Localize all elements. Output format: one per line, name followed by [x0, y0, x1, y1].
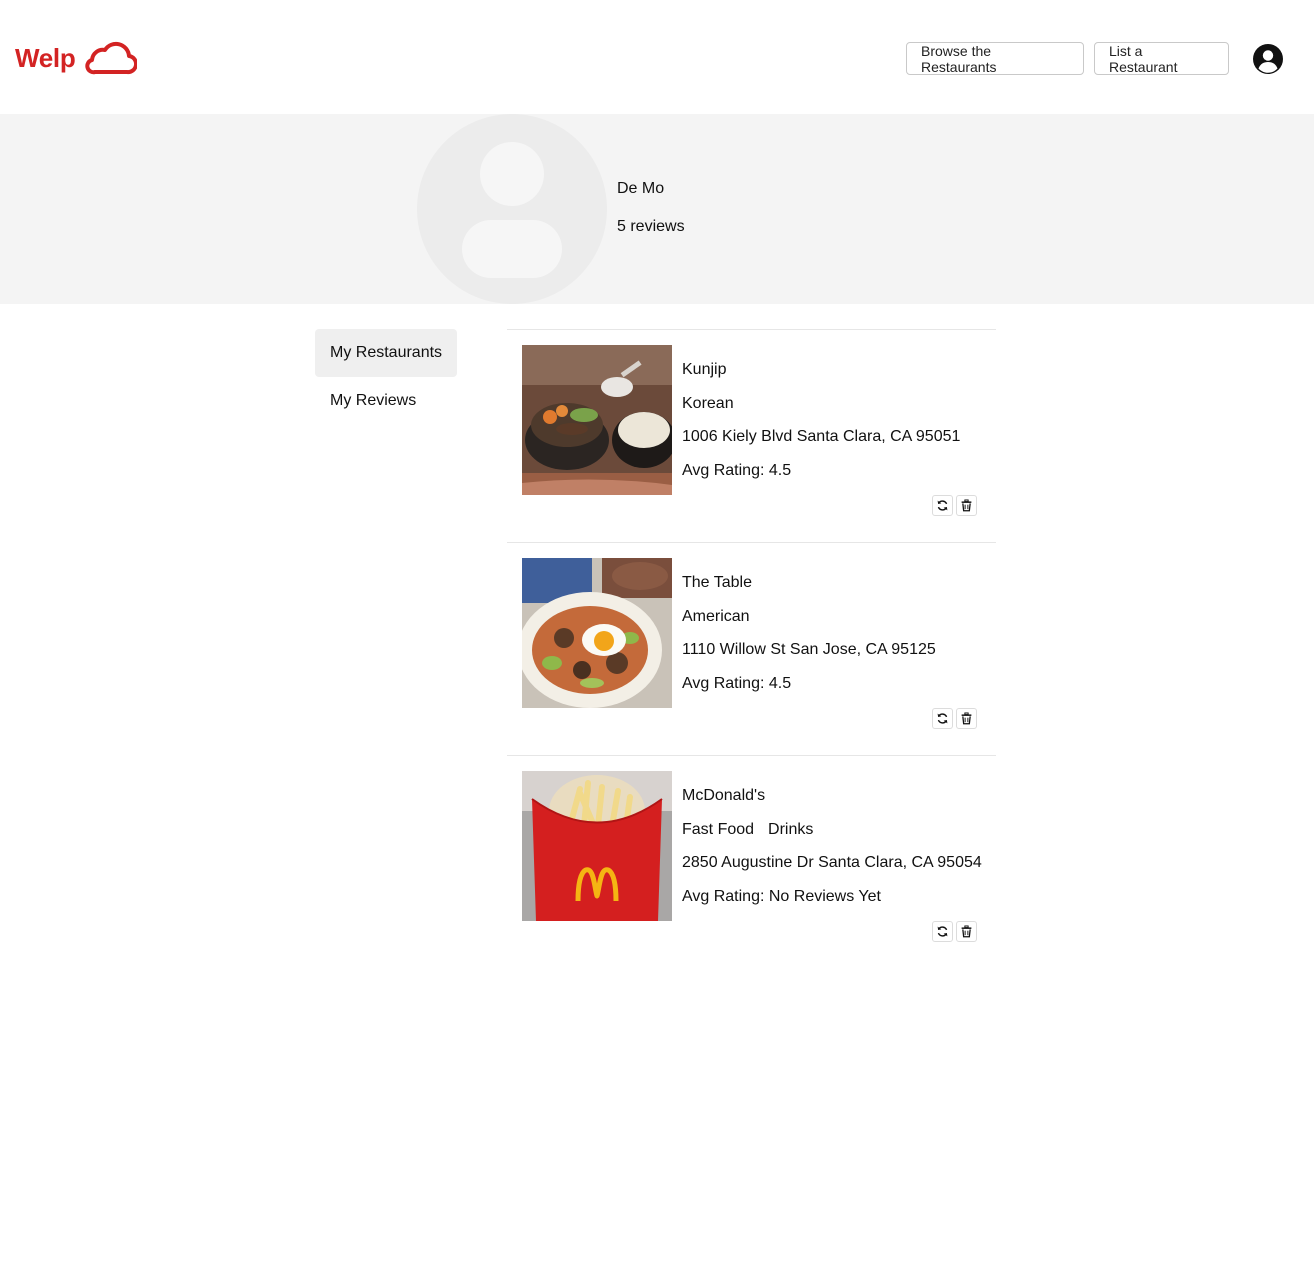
restaurant-photo[interactable] — [522, 345, 672, 495]
restaurant-avg-rating: Avg Rating: No Reviews Yet — [682, 888, 881, 906]
logo-text: Welp — [15, 42, 76, 73]
restaurant-categories: Korean — [682, 394, 960, 428]
restaurant-name[interactable]: McDonald's — [682, 786, 982, 820]
default-avatar-icon — [417, 114, 607, 304]
restaurant-info: Kunjip Korean 1006 Kiely Blvd Santa Clar… — [682, 360, 960, 495]
refresh-icon — [937, 500, 948, 511]
cloud-logo-icon — [85, 41, 138, 75]
restaurant-info: McDonald's Fast Food Drinks 2850 Augustin… — [682, 786, 982, 921]
profile-name: De Mo — [617, 180, 665, 197]
restaurant-categories: Fast Food Drinks — [682, 820, 982, 854]
logo-link[interactable]: Welp — [15, 38, 138, 78]
restaurant-avg-rating: Avg Rating: 4.5 — [682, 675, 792, 693]
update-restaurant-button[interactable] — [932, 708, 953, 729]
restaurant-address: 1006 Kiely Blvd Santa Clara, CA 95051 — [682, 428, 961, 446]
trash-icon — [961, 925, 972, 938]
restaurant-address: 2850 Augustine Dr Santa Clara, CA 95054 — [682, 854, 982, 872]
restaurant-info: The Table American 1110 Willow St San Jo… — [682, 573, 936, 708]
delete-restaurant-button[interactable] — [956, 495, 977, 516]
top-header: Welp Browse the Restaurants List a Resta… — [0, 0, 1314, 114]
sidebar-item-my-reviews[interactable]: My Reviews — [315, 377, 457, 425]
restaurant-card: The Table American 1110 Willow St San Jo… — [507, 542, 996, 755]
restaurant-actions — [932, 495, 977, 516]
restaurant-list: Kunjip Korean 1006 Kiely Blvd Santa Clar… — [507, 329, 996, 968]
delete-restaurant-button[interactable] — [956, 921, 977, 942]
restaurant-name[interactable]: The Table — [682, 573, 936, 607]
avatar-head-shape — [480, 142, 544, 206]
category-tag: Korean — [682, 394, 734, 412]
avatar-body-shape — [462, 220, 562, 278]
restaurant-photo[interactable] — [522, 558, 672, 708]
restaurant-actions — [932, 921, 977, 942]
restaurant-categories: American — [682, 607, 936, 641]
update-restaurant-button[interactable] — [932, 495, 953, 516]
profile-review-count: 5 reviews — [617, 218, 685, 235]
restaurant-card: Kunjip Korean 1006 Kiely Blvd Santa Clar… — [507, 329, 996, 542]
category-tag: Fast Food — [682, 820, 755, 838]
restaurant-name[interactable]: Kunjip — [682, 360, 960, 394]
trash-icon — [961, 499, 972, 512]
delete-restaurant-button[interactable] — [956, 708, 977, 729]
refresh-icon — [937, 713, 948, 724]
sidebar-item-my-restaurants[interactable]: My Restaurants — [315, 329, 457, 377]
restaurant-address: 1110 Willow St San Jose, CA 95125 — [682, 641, 936, 659]
restaurant-actions — [932, 708, 977, 729]
profile-banner: De Mo 5 reviews — [0, 114, 1314, 304]
restaurant-photo[interactable] — [522, 771, 672, 921]
restaurant-card: McDonald's Fast Food Drinks 2850 Augustin… — [507, 755, 996, 968]
refresh-icon — [937, 926, 948, 937]
browse-restaurants-button[interactable]: Browse the Restaurants — [906, 42, 1084, 75]
category-tag: American — [682, 607, 750, 625]
category-tag: Drinks — [768, 820, 814, 838]
restaurant-avg-rating: Avg Rating: 4.5 — [682, 462, 792, 480]
list-restaurant-button[interactable]: List a Restaurant — [1094, 42, 1229, 75]
update-restaurant-button[interactable] — [932, 921, 953, 942]
user-circle-icon[interactable] — [1252, 43, 1284, 75]
trash-icon — [961, 712, 972, 725]
